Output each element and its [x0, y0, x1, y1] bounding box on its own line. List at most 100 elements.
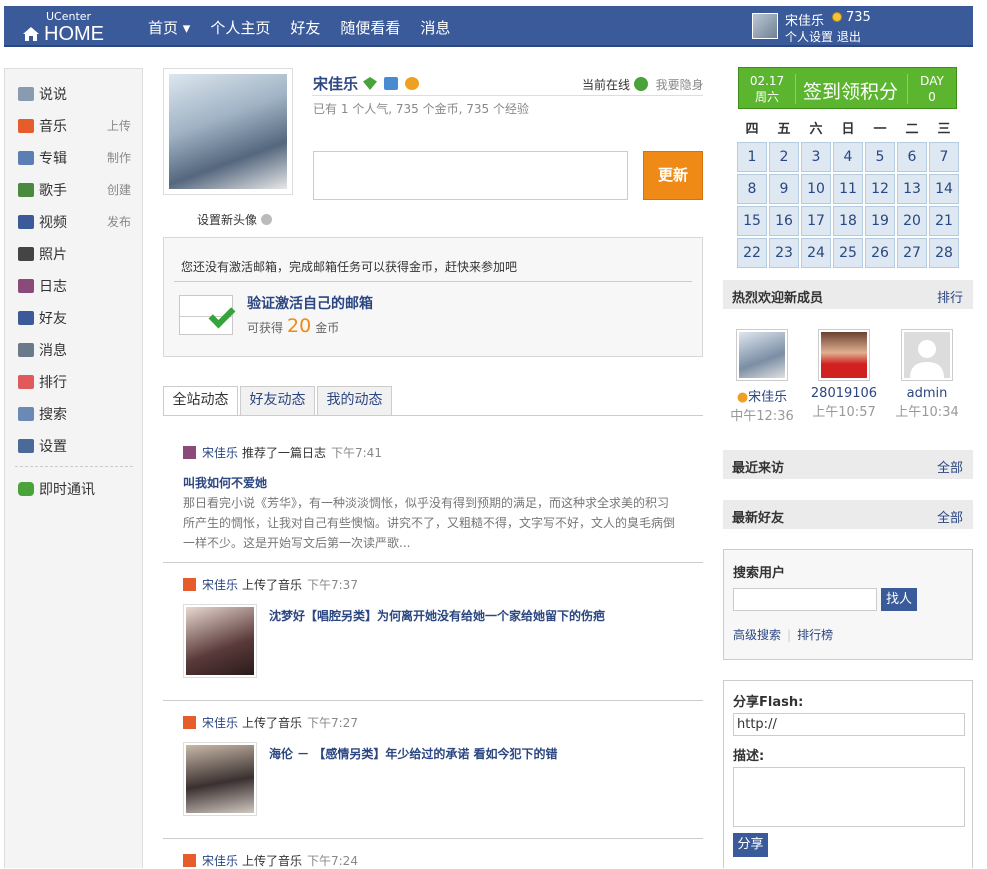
- calendar-day[interactable]: 13: [897, 174, 927, 204]
- new-friends-title: 最新好友: [732, 511, 785, 526]
- main-nav: 首页 ▾ 个人主页 好友 随便看看 消息: [148, 17, 470, 38]
- calendar-day[interactable]: 19: [865, 206, 895, 236]
- user-settings-logout[interactable]: 个人设置 退出: [785, 28, 861, 45]
- find-user-button[interactable]: 找人: [881, 588, 917, 611]
- sidebar-item[interactable]: 专辑 制作: [18, 148, 133, 168]
- sidebar-item-label: 设置: [39, 439, 67, 455]
- calendar-day[interactable]: 11: [833, 174, 863, 204]
- sidebar-item-label: 日志: [39, 279, 67, 295]
- calendar-day[interactable]: 24: [801, 238, 831, 268]
- sidebar-item[interactable]: 视频 发布: [18, 212, 133, 232]
- sidebar-item[interactable]: 消息: [18, 340, 133, 360]
- advanced-search-link[interactable]: 高级搜索: [733, 628, 781, 642]
- feed-user[interactable]: 宋佳乐: [202, 714, 238, 731]
- go-invisible-link[interactable]: 我要隐身: [656, 78, 704, 92]
- nav-messages[interactable]: 消息: [420, 17, 450, 38]
- calendar-day[interactable]: 23: [769, 238, 799, 268]
- sidebar-item[interactable]: 照片: [18, 244, 133, 264]
- sidebar-item-action[interactable]: 上传: [107, 117, 131, 134]
- sidebar-item-im[interactable]: 即时通讯: [18, 479, 133, 499]
- sidebar-item[interactable]: 说说: [18, 84, 133, 104]
- calendar-day[interactable]: 15: [737, 206, 767, 236]
- sidebar-item[interactable]: 设置: [18, 436, 133, 456]
- calendar-day[interactable]: 22: [737, 238, 767, 268]
- recent-visitors-all-link[interactable]: 全部: [937, 457, 963, 476]
- tab-mine[interactable]: 我的动态: [317, 386, 392, 415]
- calendar-day[interactable]: 21: [929, 206, 959, 236]
- flash-desc-textarea[interactable]: [733, 767, 965, 827]
- calendar-day[interactable]: 20: [897, 206, 927, 236]
- share-button[interactable]: 分享: [733, 833, 768, 857]
- calendar-day[interactable]: 4: [833, 142, 863, 172]
- calendar-day[interactable]: 16: [769, 206, 799, 236]
- sidebar-item[interactable]: 排行: [18, 372, 133, 392]
- member-card[interactable]: 28019106 上午10:57: [804, 329, 884, 420]
- user-search-input[interactable]: [733, 588, 877, 611]
- user-name[interactable]: 宋佳乐: [785, 10, 824, 29]
- user-avatar[interactable]: [752, 13, 778, 39]
- sidebar-item-action[interactable]: 发布: [107, 213, 131, 230]
- update-button[interactable]: 更新: [643, 151, 703, 200]
- calendar-day[interactable]: 9: [769, 174, 799, 204]
- calendar-day[interactable]: 6: [897, 142, 927, 172]
- sidebar-item[interactable]: 歌手 创建: [18, 180, 133, 200]
- feed-user[interactable]: 宋佳乐: [202, 852, 238, 869]
- new-members-rank-link[interactable]: 排行: [937, 287, 963, 306]
- calendar-day[interactable]: 8: [737, 174, 767, 204]
- calendar-day[interactable]: 14: [929, 174, 959, 204]
- feed-user[interactable]: 宋佳乐: [202, 576, 238, 593]
- rank-list-link[interactable]: 排行榜: [797, 628, 833, 642]
- recent-visitors-title: 最近来访: [732, 461, 785, 476]
- feed-user[interactable]: 宋佳乐: [202, 444, 238, 461]
- profile-photo[interactable]: [163, 68, 293, 195]
- nav-home[interactable]: 首页 ▾: [148, 17, 190, 38]
- calendar-day[interactable]: 10: [801, 174, 831, 204]
- calendar-day[interactable]: 3: [801, 142, 831, 172]
- coin-icon: [832, 12, 842, 22]
- calendar-weekday: 五: [777, 122, 791, 137]
- calendar-day[interactable]: 28: [929, 238, 959, 268]
- status-textarea[interactable]: [313, 151, 628, 200]
- sidebar-item-action[interactable]: 制作: [107, 149, 131, 166]
- flash-url-input[interactable]: http://: [733, 713, 965, 736]
- search-icon: [18, 407, 34, 421]
- nav-browse[interactable]: 随便看看: [340, 17, 400, 38]
- calendar-day[interactable]: 26: [865, 238, 895, 268]
- signin-button[interactable]: 02.17 周六 签到领积分 DAY 0: [738, 67, 957, 109]
- calendar-day[interactable]: 17: [801, 206, 831, 236]
- song-title[interactable]: 沈梦好【唱腔另类】为何离开她没有给她一个家给她留下的伤疤: [269, 607, 605, 624]
- signin-day-label: DAY: [920, 74, 944, 88]
- new-friends-all-link[interactable]: 全部: [937, 507, 963, 526]
- member-card[interactable]: admin 上午10:34: [887, 329, 967, 420]
- calendar-day[interactable]: 5: [865, 142, 895, 172]
- sidebar-item-action[interactable]: 创建: [107, 181, 131, 198]
- music-cover[interactable]: [183, 742, 257, 816]
- sidebar-item[interactable]: 日志: [18, 276, 133, 296]
- fruit-icon: [405, 77, 420, 90]
- blog-title[interactable]: 叫我如何不爱她: [183, 474, 267, 491]
- calendar-day[interactable]: 18: [833, 206, 863, 236]
- sidebar-item[interactable]: 搜索: [18, 404, 133, 424]
- calendar-day[interactable]: 1: [737, 142, 767, 172]
- calendar-day[interactable]: 25: [833, 238, 863, 268]
- sidebar-item-label: 搜索: [39, 407, 67, 423]
- music-icon: [18, 119, 34, 133]
- set-avatar-link[interactable]: 设置新头像: [197, 211, 273, 228]
- verify-email-link[interactable]: 验证激活自己的邮箱: [247, 293, 373, 313]
- tab-friends[interactable]: 好友动态: [240, 386, 315, 415]
- profile-name[interactable]: 宋佳乐: [313, 73, 358, 94]
- sidebar-item[interactable]: 好友: [18, 308, 133, 328]
- song-title[interactable]: 海伦 － 【感情另类】年少给过的承诺 看如今犯下的错: [269, 745, 558, 762]
- nav-profile[interactable]: 个人主页: [210, 17, 270, 38]
- sidebar-item[interactable]: 音乐 上传: [18, 116, 133, 136]
- tab-all[interactable]: 全站动态: [163, 386, 238, 416]
- calendar-day[interactable]: 7: [929, 142, 959, 172]
- calendar-day[interactable]: 27: [897, 238, 927, 268]
- music-cover[interactable]: [183, 604, 257, 678]
- calendar-day[interactable]: 2: [769, 142, 799, 172]
- nav-friends[interactable]: 好友: [290, 17, 320, 38]
- feed-action: 推荐了一篇日志: [242, 446, 327, 460]
- calendar-day[interactable]: 12: [865, 174, 895, 204]
- feed-time: 下午7:37: [307, 578, 358, 592]
- member-card[interactable]: ●宋佳乐 中午12:36: [722, 329, 802, 424]
